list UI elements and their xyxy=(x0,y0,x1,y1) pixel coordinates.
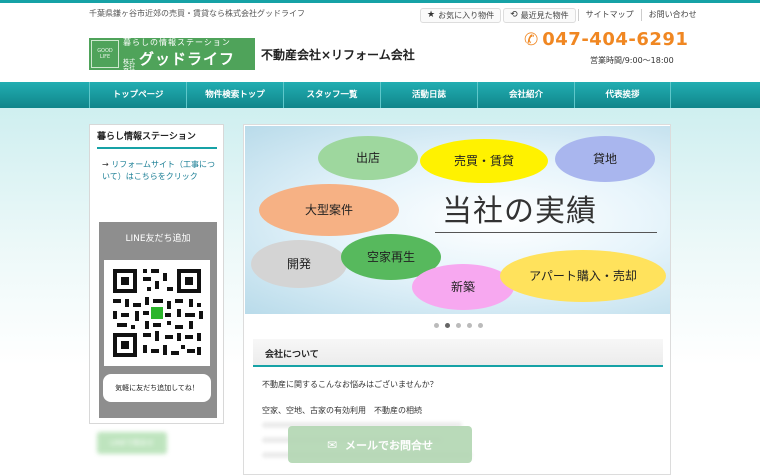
slider-pagination xyxy=(244,323,672,328)
logo-tagline: 暮らしの情報ステーション xyxy=(123,37,231,47)
mail-contact-button[interactable]: ✉ メールでお問合せ xyxy=(288,426,472,463)
line-add-bubble: 気軽に友だち追加してね！ xyxy=(103,374,211,402)
main-content: 出店 売買・賃貸 貸地 大型案件 開発 空家再生 新築 アパート購入・売却 当社… xyxy=(243,124,671,475)
line-add-title: LINE友だち追加 xyxy=(125,234,191,244)
recent-label: 最近見た物件 xyxy=(520,10,569,20)
slider-dot[interactable] xyxy=(477,323,483,328)
nav-item-property-search[interactable]: 物件検索トップ xyxy=(186,82,283,108)
line-contact-button[interactable]: LINEで問合せ xyxy=(97,432,167,454)
top-links: ★ お気に入り物件 ⟲ 最近見た物件 サイトマップ お問い合わせ xyxy=(420,7,704,23)
nav-item-greeting[interactable]: 代表挨拶 xyxy=(574,82,671,108)
phone-number-text: 047-404-6291 xyxy=(542,29,689,50)
main-nav: トップページ 物件検索トップ スタッフ一覧 活動日誌 会社紹介 代表挨拶 xyxy=(0,82,760,108)
achievements-slider[interactable]: 出店 売買・賃貸 貸地 大型案件 開発 空家再生 新築 アパート購入・売却 当社… xyxy=(245,126,670,314)
headline-underline xyxy=(435,232,657,233)
recent-button[interactable]: ⟲ 最近見た物件 xyxy=(503,7,576,23)
favorites-button[interactable]: ★ お気に入り物件 xyxy=(420,7,502,23)
nav-item-diary[interactable]: 活動日誌 xyxy=(380,82,477,108)
line-qr-code[interactable] xyxy=(104,260,210,366)
slider-dot[interactable] xyxy=(466,323,472,328)
logo-name: グッドライフ xyxy=(139,49,236,68)
star-icon: ★ xyxy=(427,10,436,20)
reform-site-link[interactable]: → リフォームサイト（工事について）はこちらをクリック xyxy=(102,159,215,183)
site-tagline: 千葉県鎌ヶ谷市近郊の売買・賃貸なら株式会社グッドライフ xyxy=(89,9,305,18)
business-hours: 営業時間/9:00～18:00 xyxy=(590,56,674,65)
line-add-box: LINE友だち追加 気軽に友だち追加してね！ xyxy=(99,222,217,418)
logo-kabushiki: 株式会社 xyxy=(123,58,136,72)
nav-item-company[interactable]: 会社紹介 xyxy=(477,82,574,108)
about-line-2: 空家、空地、古家の有効利用 不動産の相続 xyxy=(262,406,422,415)
slide-label-apart: アパート購入・売却 xyxy=(500,250,666,302)
mail-contact-label: メールでお問合せ xyxy=(345,438,434,452)
slide-label-shinchiku: 新築 xyxy=(412,264,514,310)
about-line-1: 不動産に関するこんなお悩みはございませんか？ xyxy=(262,380,438,389)
line-contact-label: LINEで問合せ xyxy=(110,439,154,447)
reform-site-link-text: リフォームサイト（工事について）はこちらをクリック xyxy=(102,160,216,181)
arrow-icon: → xyxy=(102,160,109,169)
history-icon: ⟲ xyxy=(510,10,518,20)
sidebar: 暮らし情報ステーション → リフォームサイト（工事について）はこちらをクリック … xyxy=(89,124,224,424)
phone-icon: ✆ xyxy=(524,29,539,50)
favorites-label: お気に入り物件 xyxy=(438,10,495,20)
slider-dot[interactable] xyxy=(455,323,461,328)
slider-dot[interactable] xyxy=(433,323,439,328)
contact-link[interactable]: お問い合わせ xyxy=(640,9,704,21)
site-logo[interactable]: GOOD LIFE 暮らしの情報ステーション 株式会社 グッドライフ xyxy=(89,37,255,72)
slide-label-baibai: 売買・賃貸 xyxy=(420,139,548,183)
sitemap-link[interactable]: サイトマップ xyxy=(577,9,641,21)
slide-headline: 当社の実績 xyxy=(442,194,597,229)
mail-icon: ✉ xyxy=(326,437,338,452)
slide-label-oogata: 大型案件 xyxy=(259,184,399,236)
company-type: 不動産会社×リフォーム会社 xyxy=(261,48,415,62)
sidebar-title: 暮らし情報ステーション xyxy=(97,129,217,149)
nav-item-top[interactable]: トップページ xyxy=(89,82,186,108)
nav-item-staff[interactable]: スタッフ一覧 xyxy=(283,82,380,108)
slider-dot-active[interactable] xyxy=(444,323,450,328)
phone-number[interactable]: ✆ 047-404-6291 xyxy=(524,29,688,50)
slide-label-kaihatsu: 開発 xyxy=(251,240,347,288)
slide-label-shutten: 出店 xyxy=(318,136,418,180)
logo-mark-icon: GOOD LIFE xyxy=(91,40,119,68)
qr-code-icon xyxy=(109,265,205,361)
slide-label-kashiten: 貸地 xyxy=(555,136,655,182)
about-section-title: 会社について xyxy=(253,339,663,367)
top-accent-bar xyxy=(0,0,760,3)
